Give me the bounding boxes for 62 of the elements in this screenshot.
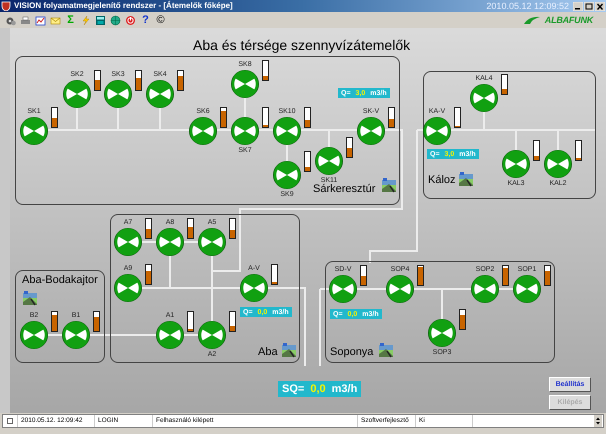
station-group-name: Sárkeresztúr bbox=[313, 184, 376, 195]
station-group-name: Aba bbox=[258, 347, 278, 358]
pump-icon[interactable] bbox=[423, 117, 451, 145]
calculator-icon[interactable] bbox=[95, 14, 106, 26]
pump-icon[interactable] bbox=[20, 321, 48, 349]
globe-icon[interactable] bbox=[110, 14, 121, 26]
page-title: Aba és térsége szennyvízátemelők bbox=[193, 38, 410, 52]
logo-swoosh-icon bbox=[522, 15, 541, 25]
pump-icon[interactable] bbox=[156, 321, 184, 349]
pump-icon[interactable] bbox=[386, 275, 414, 303]
flow-label: SQ= bbox=[282, 384, 304, 394]
pump-icon[interactable] bbox=[63, 80, 91, 108]
pump-icon[interactable] bbox=[428, 319, 456, 347]
toolbar-button[interactable]: © bbox=[155, 14, 166, 26]
station-group-name: Aba-Bodakajtor bbox=[22, 275, 98, 286]
pump-icon[interactable] bbox=[231, 70, 259, 98]
station-group-name: Soponya bbox=[330, 347, 374, 358]
minimize-button[interactable] bbox=[573, 2, 583, 10]
pump-icon[interactable] bbox=[544, 150, 572, 178]
pump-icon[interactable] bbox=[471, 275, 499, 303]
map-icon[interactable] bbox=[22, 290, 38, 306]
maximize-button[interactable] bbox=[584, 2, 594, 10]
pump-icon[interactable] bbox=[273, 117, 301, 145]
map-icon[interactable] bbox=[458, 171, 474, 187]
pump-icon[interactable] bbox=[198, 321, 226, 349]
pump-icon[interactable] bbox=[357, 117, 385, 145]
status-checkbox[interactable] bbox=[7, 418, 13, 424]
pump-icon[interactable] bbox=[62, 321, 90, 349]
pump-icon[interactable] bbox=[114, 274, 142, 302]
logo-text: ALBAFUNK bbox=[544, 16, 593, 24]
toolbar-button[interactable]: ? bbox=[140, 14, 151, 26]
pump-icon[interactable] bbox=[273, 161, 301, 189]
pump-icon[interactable] bbox=[20, 117, 48, 145]
pump-icon[interactable] bbox=[104, 80, 132, 108]
printer-icon[interactable] bbox=[20, 14, 31, 26]
pump-icon[interactable] bbox=[114, 228, 142, 256]
power-icon[interactable] bbox=[125, 14, 136, 26]
flow-unit: m3/h bbox=[332, 384, 358, 394]
window-title: VISION folyamatmegjelenítő rendszer - [Átemelők főképe] bbox=[14, 2, 233, 10]
pump-icon[interactable] bbox=[315, 147, 343, 175]
pump-icon[interactable] bbox=[502, 150, 530, 178]
pump-icon[interactable] bbox=[240, 274, 268, 302]
station-group-name: Káloz bbox=[428, 175, 456, 186]
pump-icon[interactable] bbox=[231, 117, 259, 145]
close-button[interactable] bbox=[595, 2, 605, 10]
envelope-icon[interactable] bbox=[50, 14, 61, 26]
map-icon[interactable] bbox=[281, 342, 297, 358]
pump-icon[interactable] bbox=[189, 117, 217, 145]
pump-icon[interactable] bbox=[156, 228, 184, 256]
pump-icon[interactable] bbox=[329, 275, 357, 303]
map-icon[interactable] bbox=[381, 177, 397, 193]
app-shield-icon bbox=[1, 1, 11, 11]
scroll-arrows-icon[interactable] bbox=[594, 415, 602, 427]
window-clock: 2010.05.12 12:09:52 bbox=[486, 2, 569, 10]
pump-icon[interactable] bbox=[198, 228, 226, 256]
chart-icon[interactable] bbox=[35, 14, 46, 26]
map-icon[interactable] bbox=[378, 342, 394, 358]
flow-value: 0,0 bbox=[310, 384, 326, 394]
pump-icon[interactable] bbox=[513, 275, 541, 303]
pump-icon[interactable] bbox=[146, 80, 174, 108]
gear-icon[interactable] bbox=[5, 14, 16, 26]
pump-icon[interactable] bbox=[470, 84, 498, 112]
